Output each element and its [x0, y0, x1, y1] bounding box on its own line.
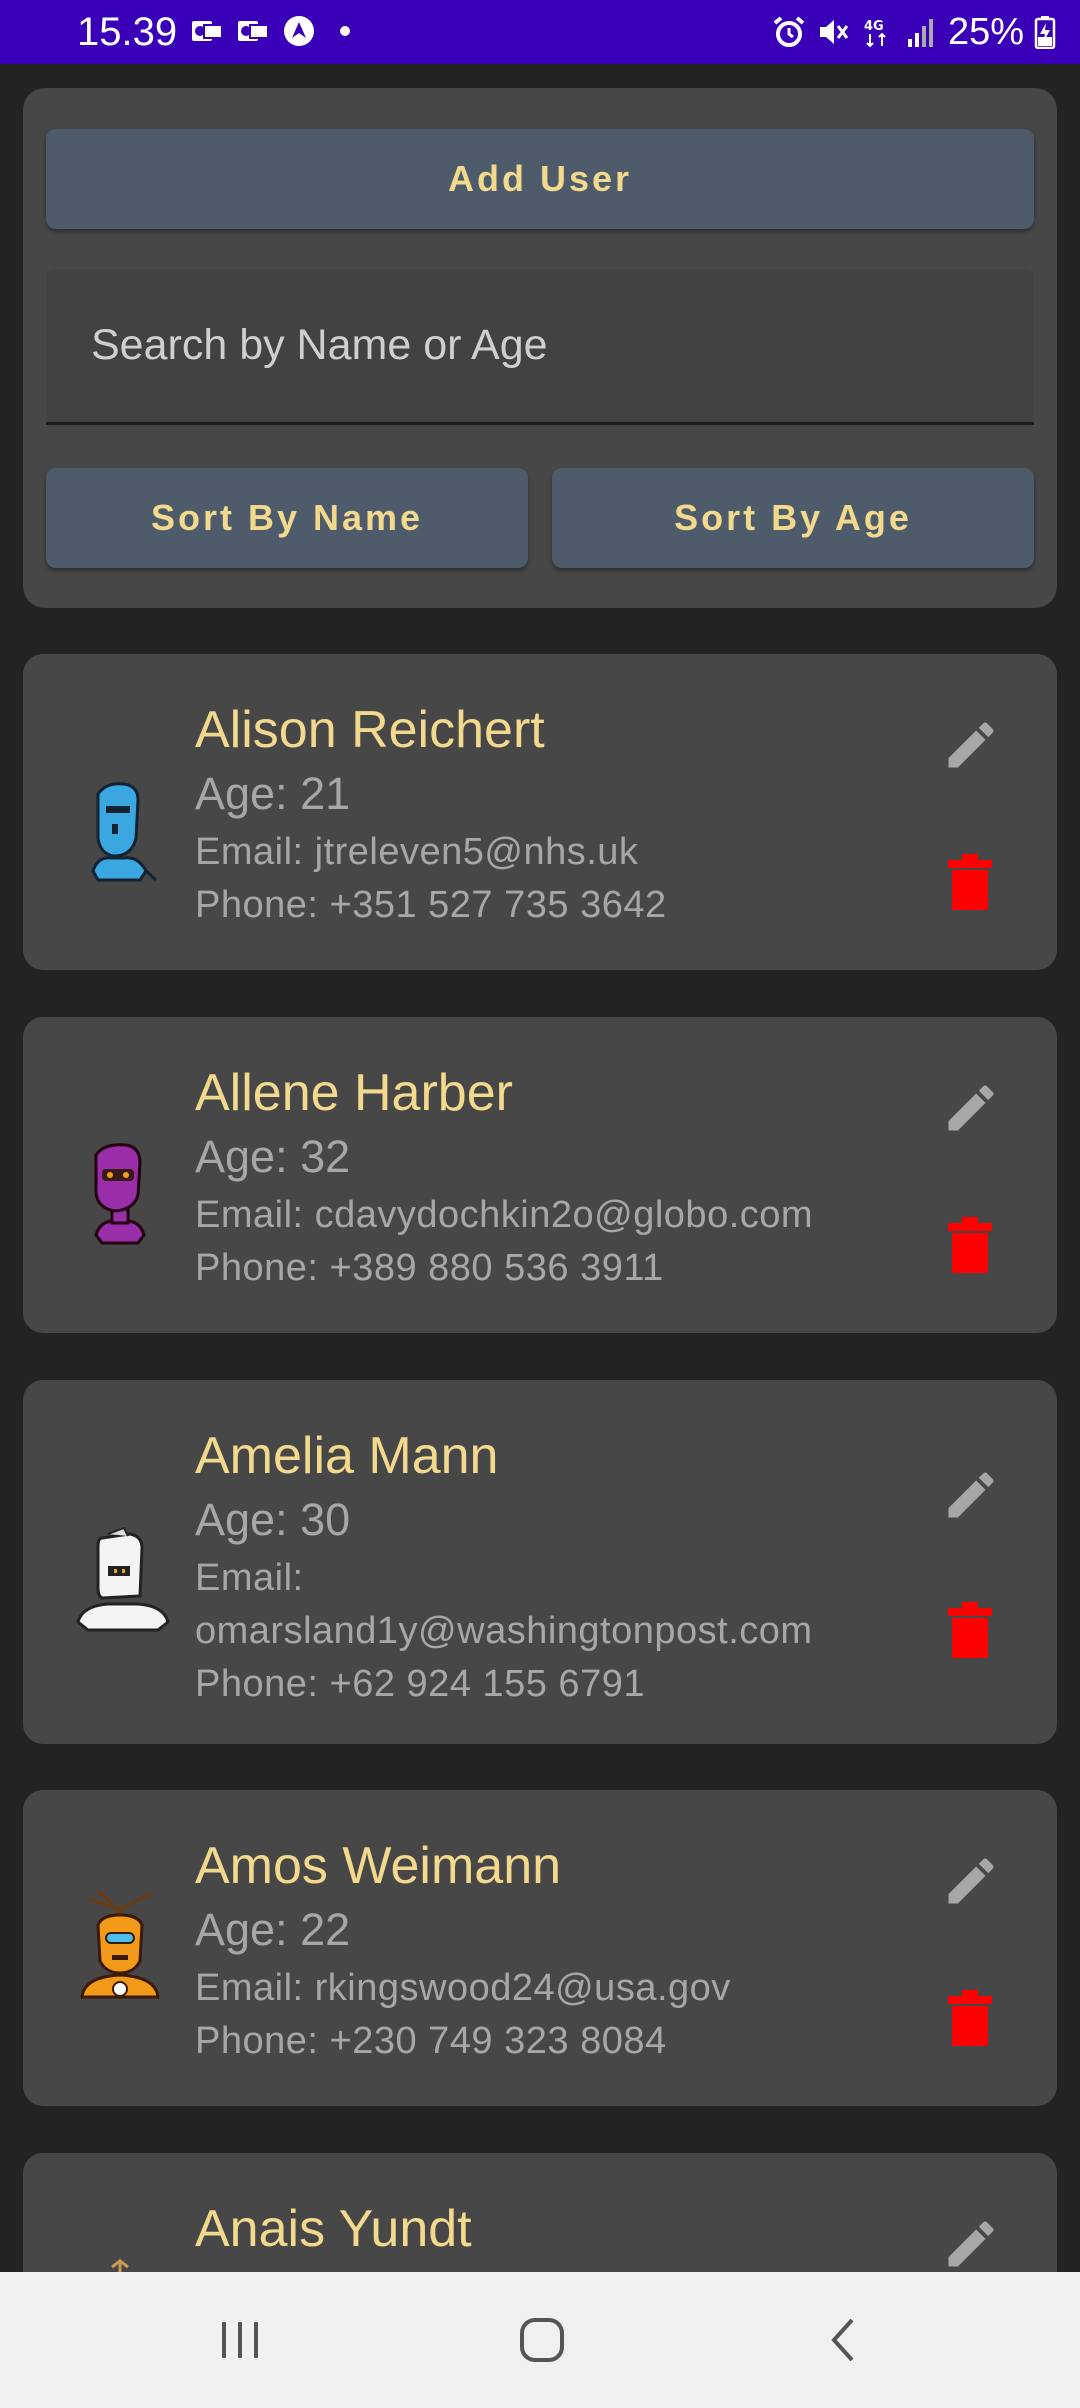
user-info: Allene Harber Age: 32 Email: cdavydochki… [195, 1061, 915, 1295]
add-user-button[interactable]: Add User [46, 129, 1034, 229]
controls-panel: Add User Sort By Name Sort By Age [23, 88, 1057, 608]
delete-icon[interactable] [948, 1217, 992, 1273]
recent-apps-icon[interactable] [210, 2310, 270, 2370]
back-icon[interactable] [814, 2310, 874, 2370]
user-card[interactable]: Allene Harber Age: 32 Email: cdavydochki… [23, 1017, 1057, 1333]
user-info: Amelia Mann Age: 30 Email: omarsland1y@w… [195, 1424, 915, 1711]
user-info: Anais Yundt [195, 2197, 915, 2261]
user-card[interactable]: Alison Reichert Age: 21 Email: jtreleven… [23, 654, 1057, 970]
user-info: Alison Reichert Age: 21 Email: jtreleven… [195, 698, 915, 932]
delete-icon[interactable] [948, 1602, 992, 1658]
user-name: Alison Reichert [195, 701, 545, 759]
delete-icon[interactable] [948, 854, 992, 910]
robot-orange-icon [80, 1889, 160, 1999]
user-age: Age: 22 [195, 1904, 351, 1955]
user-card[interactable]: Amelia Mann Age: 30 Email: omarsland1y@w… [23, 1380, 1057, 1744]
delete-icon[interactable] [948, 1990, 992, 2046]
user-phone: Phone: +351 527 735 3642 [195, 884, 667, 926]
search-input[interactable] [46, 269, 1034, 422]
user-email: Email: cdavydochkin2o@globo.com [195, 1194, 814, 1236]
edit-icon[interactable] [941, 1078, 1001, 1138]
navigation-bar [0, 2272, 1080, 2408]
user-age: Age: 32 [195, 1131, 351, 1182]
user-age: Age: 30 [195, 1494, 351, 1545]
user-email: Email: jtreleven5@nhs.uk [195, 831, 639, 873]
edit-icon[interactable] [941, 1465, 1001, 1525]
home-icon[interactable] [512, 2310, 572, 2370]
user-age: Age: 21 [195, 768, 351, 819]
user-phone: Phone: +62 924 155 6791 [195, 1663, 645, 1705]
edit-icon[interactable] [941, 2214, 1001, 2272]
search-field[interactable] [46, 269, 1034, 425]
robot-purple-icon [94, 1143, 146, 1245]
user-info: Amos Weimann Age: 22 Email: rkingswood24… [195, 1834, 915, 2068]
edit-icon[interactable] [941, 1851, 1001, 1911]
user-phone: Phone: +389 880 536 3911 [195, 1247, 664, 1289]
user-email: Email: rkingswood24@usa.gov [195, 1967, 731, 2009]
user-name: Allene Harber [195, 1064, 513, 1122]
robot-blue-icon [91, 782, 158, 882]
user-name: Amos Weimann [195, 1837, 562, 1895]
user-email-label: Email: [195, 1557, 304, 1599]
robot-white-icon [76, 1526, 170, 1632]
sort-by-name-button[interactable]: Sort By Name [46, 468, 528, 568]
sort-by-age-button[interactable]: Sort By Age [552, 468, 1034, 568]
user-name: Anais Yundt [195, 2200, 472, 2258]
user-card[interactable]: Anais Yundt [23, 2153, 1057, 2272]
user-list[interactable]: Add User Sort By Name Sort By Age Alison… [0, 0, 1080, 2272]
user-name: Amelia Mann [195, 1427, 499, 1485]
user-email: omarsland1y@washingtonpost.com [195, 1610, 813, 1652]
robot-icon [111, 2259, 129, 2272]
user-card[interactable]: Amos Weimann Age: 22 Email: rkingswood24… [23, 1790, 1057, 2106]
user-phone: Phone: +230 749 323 8084 [195, 2020, 667, 2062]
edit-icon[interactable] [941, 715, 1001, 775]
